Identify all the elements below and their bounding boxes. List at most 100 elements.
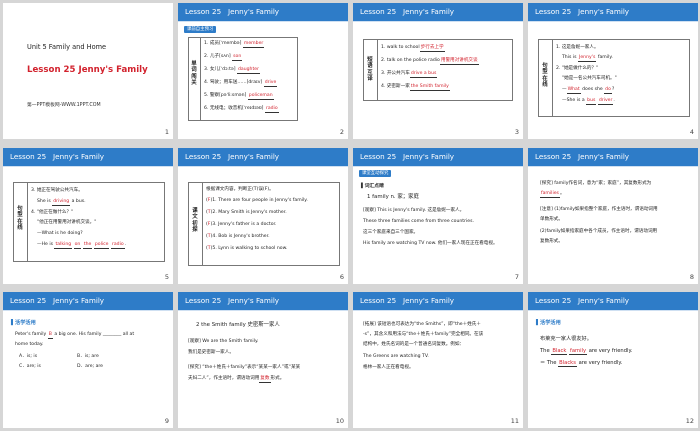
page-number: 11 (510, 417, 519, 425)
example-line: 我们是史密斯一家人。 (188, 350, 234, 355)
side-label: 单词闯关 (191, 61, 197, 87)
translation-prompt: 布莱克一家人很友好。 (540, 336, 592, 342)
tf-item: (T)4. Bob is Jenny's brother. (206, 234, 270, 239)
explain-line: [探究] “the＋姓氏＋family”表示“某某一家人”或“某某 (188, 365, 301, 370)
answer-line: The Black family are very friendly. (540, 348, 633, 356)
sentence-line: —He is talking on the police radio. (37, 242, 126, 250)
header-divider (3, 166, 173, 167)
header-divider (528, 21, 698, 22)
table-divider (202, 182, 203, 266)
vocab-item: 1. 成员[ˈmembə] member (204, 41, 265, 49)
vocab-item: 5. 警察[pəˈliːsmən] policeman (204, 93, 274, 101)
slide-9-thumbnail[interactable]: Lesson 25 Jenny's Family ▌活学活用 Peter's f… (3, 292, 173, 428)
slide-12-thumbnail[interactable]: Lesson 25 Jenny's Family ▌活学活用 布莱克一家人很友好… (528, 292, 698, 428)
explain-line: (2)family如果指家庭中各个成员，作主语时，谓语动词用 (540, 229, 658, 234)
slide-5-thumbnail[interactable]: Lesson 25 Jenny's Family 句型在线 3. 她正在驾驶公共… (3, 148, 173, 284)
page-number: 10 (335, 417, 344, 425)
tf-item: (F)3. Jenny's father is a doctor. (206, 222, 277, 227)
tf-item: (F)1. There are four people in Jenny's f… (206, 198, 308, 203)
answer-line: ＝ The Blacks are very friendly. (540, 360, 623, 368)
page-number: 3 (514, 128, 519, 136)
slide-header: Lesson 25 Jenny's Family (353, 148, 523, 166)
instruction: 根据课文内容，判断正(T)误(F)。 (206, 187, 274, 192)
explain-line: families。 (540, 191, 565, 199)
example-line: His family are watching TV now. 他们一家人现在正… (363, 241, 498, 246)
cover-title: Lesson 25 Jenny's Family (27, 65, 148, 75)
subsection-heading: ▌词汇点睛 (361, 184, 384, 189)
option-d[interactable]: D．are; are (77, 364, 103, 370)
sentence-line: 1. 这是詹妮一家人。 (556, 45, 599, 50)
header-divider (353, 21, 523, 22)
slide-header: Lesson 25 Jenny's Family (3, 148, 173, 166)
explain-line: [探究] family作名词，意为“家；家庭”，其复数形式为 (540, 181, 652, 186)
slide-10-thumbnail[interactable]: Lesson 25 Jenny's Family 2 the Smith fam… (178, 292, 348, 428)
header-divider (353, 310, 523, 311)
sentence-line: This is Jenny's family. (562, 55, 613, 63)
page-number: 12 (685, 417, 694, 425)
word-heading: 1 family n. 家；家庭 (367, 194, 419, 200)
sentence-line: She is driving a bus. (37, 199, 86, 207)
sentence-line: "她是一名公共汽车司机。" (562, 76, 617, 81)
slide-11-thumbnail[interactable]: Lesson 25 Jenny's Family [拓展] 该短语也可表达为“t… (353, 292, 523, 428)
slide-header: Lesson 25 Jenny's Family (528, 3, 698, 21)
table-divider (200, 37, 201, 121)
example-line: 这三个家庭来自三个国家。 (363, 230, 419, 235)
vocab-item: 4. 驾驶；用车送……[draɪv] drive (204, 80, 278, 88)
explain-line: 结构中，姓氏名词的是一个普通名词复数。例如： (363, 342, 465, 347)
example-line: 格林一家人正在看电视。 (363, 365, 414, 370)
table-divider (27, 182, 28, 262)
slide-header: Lesson 25 Jenny's Family (178, 3, 348, 21)
slide-7-thumbnail[interactable]: Lesson 25 Jenny's Family 课堂互动探究 ▌词汇点睛 1 … (353, 148, 523, 284)
header-divider (528, 166, 698, 167)
slide-8-thumbnail[interactable]: Lesson 25 Jenny's Family [探究] family作名词，… (528, 148, 698, 284)
header-divider (178, 166, 348, 167)
table-divider (552, 39, 553, 117)
example-line: [观察] This is Jenny's family. 这是詹妮一家人。 (363, 208, 465, 213)
explain-line: 单数形式。 (540, 217, 563, 222)
sentence-line: 2. "她是做什么的？" (556, 66, 599, 71)
phrase-item: 1. walk to school步行去上学 (381, 45, 445, 53)
question-line: Peter's family B a big one. His family _… (15, 332, 134, 340)
example-line: These three families come from three cou… (363, 219, 474, 224)
side-label: 句型在线 (17, 206, 23, 232)
phrase-item: 4. 史密斯一家the Smith family (381, 84, 450, 92)
section-tag: 课前自主预习 (184, 26, 217, 33)
slide-6-thumbnail[interactable]: Lesson 25 Jenny's Family 课文初探 根据课文内容，判断正… (178, 148, 348, 284)
slide-header: Lesson 25 Jenny's Family (3, 292, 173, 310)
slide-header: Lesson 25 Jenny's Family (178, 292, 348, 310)
side-label: 句型在线 (542, 63, 548, 89)
page-number: 4 (689, 128, 694, 136)
slide-header: Lesson 25 Jenny's Family (353, 3, 523, 21)
slide-3-thumbnail[interactable]: Lesson 25 Jenny's Family 短语互译 1. walk to… (353, 3, 523, 139)
slide-4-thumbnail[interactable]: Lesson 25 Jenny's Family 句型在线 1. 这是詹妮一家人… (528, 3, 698, 139)
slide-2-thumbnail[interactable]: Lesson 25 Jenny's Family 课前自主预习 单词闯关 1. … (178, 3, 348, 139)
option-c[interactable]: C．are; is (19, 364, 41, 370)
cover-site: 第一PPT模板网-WWW.1PPT.COM (27, 103, 101, 108)
explain-line: [拓展] 该短语也可表达为“the Smiths”，即“the＋姓氏＋ (363, 322, 481, 327)
slide-header: Lesson 25 Jenny's Family (528, 148, 698, 166)
tf-item: (T)2. Mary Smith is Jenny's mother. (206, 210, 287, 215)
option-b[interactable]: B．is; are (77, 354, 99, 360)
side-label: 短语互译 (367, 57, 373, 83)
explain-line: [注意] (1)family如果指整个家庭，作主语时，谓语动词用 (540, 207, 658, 212)
header-divider (528, 310, 698, 311)
slide-1-thumbnail[interactable]: Unit 5 Family and Home Lesson 25 Jenny's… (3, 3, 173, 139)
sentence-line: —What is he doing? (37, 231, 83, 236)
page-number: 8 (689, 273, 694, 281)
table-divider (377, 39, 378, 101)
sentence-line: "他正在用警用对讲机交谈。" (37, 220, 97, 225)
explain-line: 夫妇二人”，作主语时，谓语动词用复数形式。 (188, 376, 284, 384)
phrase-item: 2. talk on the police radio用警用对讲机交谈 (381, 58, 479, 66)
sentence-line: —What does she do? (562, 87, 614, 95)
header-divider (178, 21, 348, 22)
practice-heading: ▌活学活用 (536, 320, 561, 326)
example-line: [观察] We are the Smith family. (188, 339, 259, 344)
option-a[interactable]: A．is; is (19, 354, 37, 360)
slide-header: Lesson 25 Jenny's Family (528, 292, 698, 310)
page-number: 1 (164, 128, 169, 136)
cover-unit: Unit 5 Family and Home (27, 43, 107, 51)
explain-line: -s”，其含义和用法与“the＋姓氏＋family”完全相同。在该 (363, 332, 484, 337)
header-divider (353, 166, 523, 167)
sentence-line: 4. "他正在做什么？" (31, 210, 74, 215)
header-divider (178, 310, 348, 311)
